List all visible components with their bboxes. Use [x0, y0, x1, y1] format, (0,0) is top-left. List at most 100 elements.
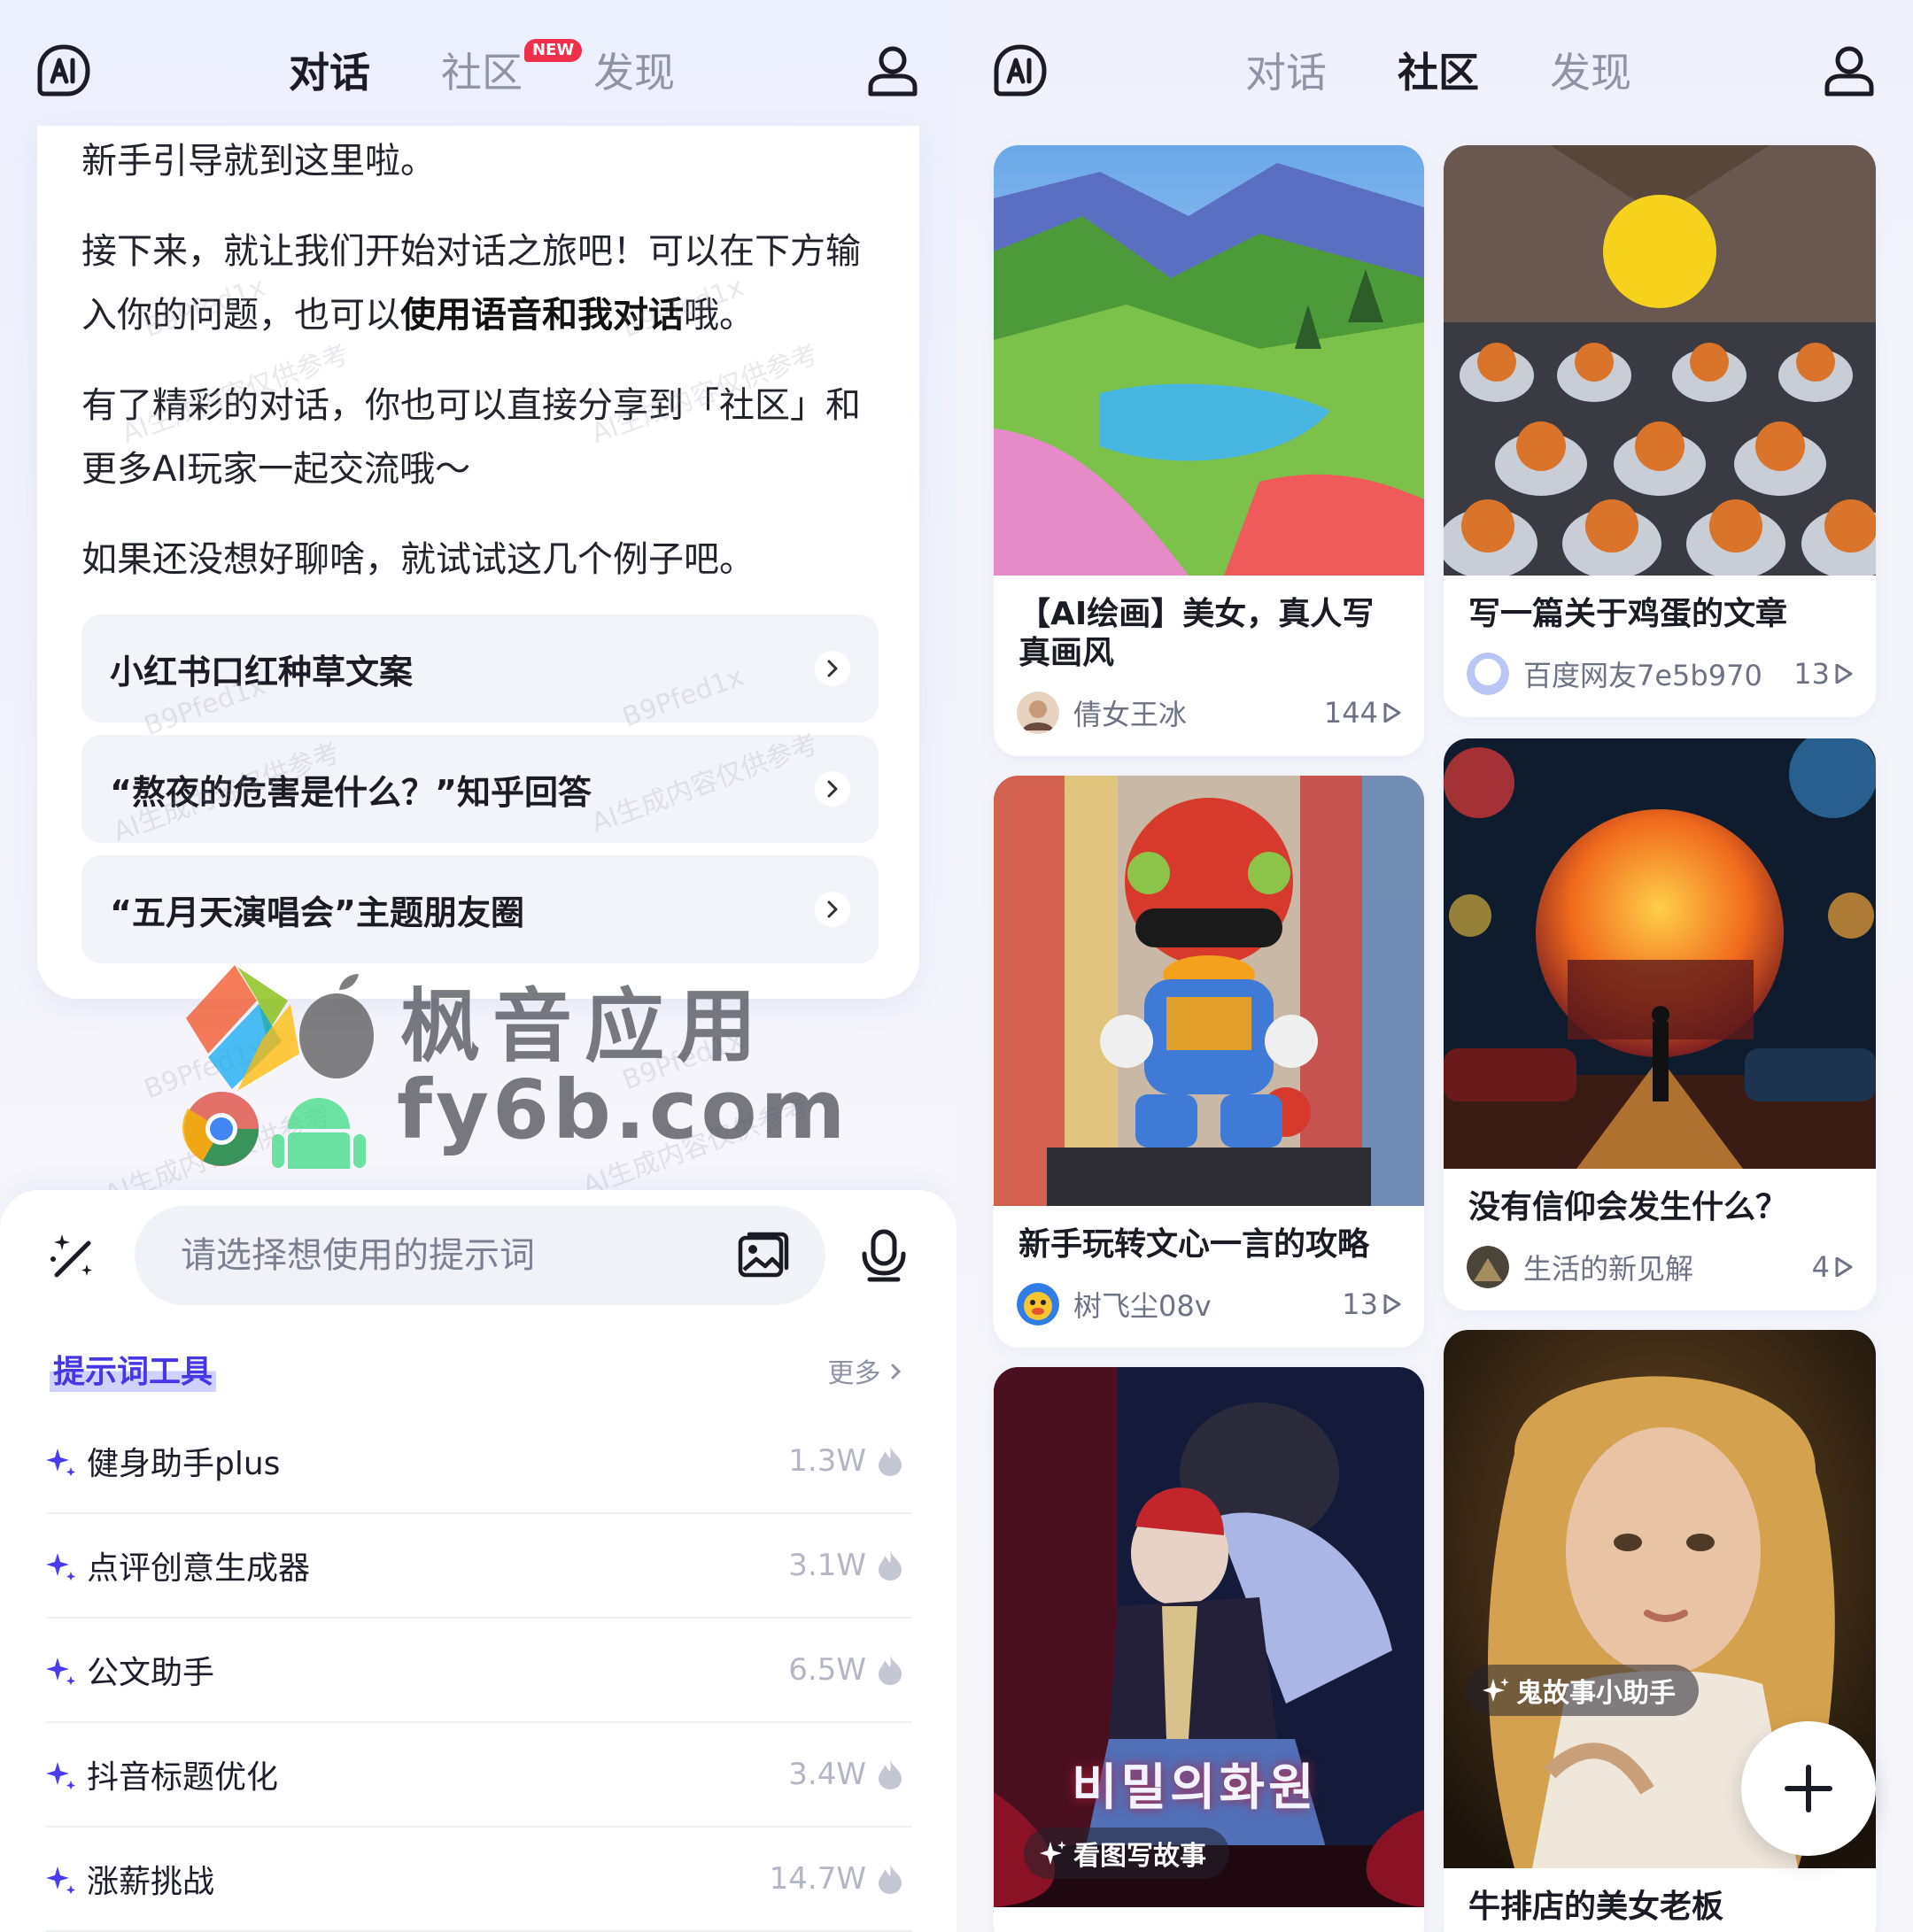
message-paragraph: 如果还没想好聊啥，就试试这几个例子吧。 — [81, 539, 755, 580]
tab-discover-label: 发现 — [593, 49, 675, 97]
post-overlay-text: 비밀의화원 — [1072, 1759, 1318, 1817]
suggestion-button[interactable]: “五月天演唱会”主题朋友圈 — [81, 855, 879, 963]
post-title: 【AI绘画】美女，真人写真画风 — [1018, 596, 1375, 671]
sparkle-icon — [1483, 1678, 1509, 1702]
post-image — [994, 1367, 1424, 1907]
prompt-tool-name: 健身助手plus — [87, 1446, 281, 1482]
tab-community-label: 社区 — [1398, 49, 1479, 97]
prompt-tool-name: 涨薪挑战 — [87, 1864, 215, 1900]
tab-chat[interactable]: 对话 — [289, 46, 370, 99]
post-tag-chip[interactable]: 看图写故事 — [1024, 1828, 1229, 1879]
prompt-tool-count: 1.3W — [788, 1443, 866, 1479]
avatar — [1467, 653, 1509, 695]
post-meta: 生活的新见解 4 — [1467, 1245, 1853, 1289]
message-paragraph: 接下来，就让我们开始对话之旅吧！可以在下方输入你的问题，也可以使用语音和我对话哦… — [81, 220, 879, 347]
post-card[interactable]: 비밀의화원 看图写故事 — [994, 1367, 1424, 1932]
prompt-tool-item[interactable]: 抖音标题优化 3.4W — [46, 1723, 912, 1828]
post-card[interactable]: 【AI绘画】美女，真人写真画风 倩女王冰 144 — [994, 145, 1424, 756]
suggestion-label: 小红书口红种草文案 — [110, 652, 414, 692]
post-title: 没有信仰会发生什么？ — [1468, 1189, 1788, 1225]
post-author: 百度网友7e5b970 — [1523, 659, 1762, 692]
prompt-tool-item[interactable]: 点评创意生成器 3.1W — [46, 1514, 912, 1619]
message-paragraph: 新手引导就到这里啦。 — [81, 141, 436, 182]
prompt-tool-count: 3.4W — [788, 1757, 866, 1792]
tab-discover-label: 发现 — [1550, 49, 1631, 97]
post-image — [994, 145, 1424, 576]
prompt-tool-item[interactable]: 公文助手 6.5W — [46, 1619, 912, 1723]
create-post-button[interactable] — [1741, 1721, 1876, 1856]
post-card[interactable]: 新手玩转文心一言的攻略 树飞尘08v 13 — [994, 776, 1424, 1348]
new-badge: NEW — [524, 39, 583, 62]
post-title: 写一篇关于鸡蛋的文章 — [1468, 596, 1788, 632]
post-count: 13 — [1342, 1287, 1378, 1321]
message-bold-text: 使用语音和我对话 — [400, 295, 684, 336]
watermark-code: B9Pfed1x — [140, 1032, 270, 1106]
image-upload-icon[interactable] — [737, 1231, 790, 1280]
user-profile-icon[interactable] — [864, 43, 921, 99]
tab-community[interactable]: 社区 NEW — [441, 39, 583, 99]
post-card[interactable]: 写一篇关于鸡蛋的文章 百度网友7e5b970 13 — [1444, 145, 1876, 717]
message-text: 哦。 — [684, 295, 755, 336]
sparkle-icon — [46, 1866, 75, 1894]
post-card[interactable]: 没有信仰会发生什么？ 生活的新见解 4 — [1444, 738, 1876, 1310]
chevron-right-icon — [815, 771, 850, 807]
prompt-tool-item[interactable]: 涨薪挑战 14.7W — [46, 1828, 912, 1932]
more-label: 更多 — [827, 1358, 881, 1389]
post-title: 新手玩转文心一言的攻略 — [1018, 1226, 1370, 1263]
avatar — [1017, 1283, 1059, 1325]
post-image — [1444, 145, 1876, 576]
suggestion-button[interactable]: 小红书口红种草文案 — [81, 614, 879, 723]
more-link[interactable]: 更多 — [827, 1351, 903, 1390]
play-icon — [1835, 664, 1853, 684]
post-author: 生活的新见解 — [1523, 1252, 1694, 1286]
post-meta: 百度网友7e5b970 13 — [1467, 652, 1853, 696]
sparkle-icon — [46, 1762, 75, 1789]
main-tabs: 对话 社区 发现 — [1245, 46, 1631, 99]
suggestion-button[interactable]: “熬夜的危害是什么？”知乎回答 — [81, 735, 879, 843]
play-icon — [1835, 1257, 1853, 1277]
tab-chat-label: 对话 — [289, 49, 370, 97]
tab-community-label: 社区 — [441, 49, 523, 97]
post-tag-label: 鬼故事小助手 — [1516, 1678, 1676, 1709]
magic-wand-icon[interactable] — [46, 1229, 99, 1282]
prompt-tool-count: 6.5W — [788, 1652, 866, 1688]
tab-community[interactable]: 社区 — [1398, 46, 1479, 99]
chevron-right-icon — [815, 892, 850, 927]
fire-icon — [879, 1446, 902, 1476]
top-bar: 对话 社区 NEW 发现 — [0, 0, 956, 133]
chevron-right-icon — [891, 1364, 902, 1379]
suggestion-label: “熬夜的危害是什么？”知乎回答 — [110, 772, 592, 812]
post-tag-chip[interactable]: 鬼故事小助手 — [1467, 1665, 1699, 1716]
post-image — [1444, 738, 1876, 1169]
prompt-tool-name: 抖音标题优化 — [87, 1759, 279, 1796]
suggestion-label: “五月天演唱会”主题朋友圈 — [110, 893, 524, 932]
prompt-tool-name: 点评创意生成器 — [87, 1550, 311, 1587]
microphone-icon[interactable] — [857, 1229, 910, 1282]
brand-watermark-url: fy6b.com — [397, 1063, 849, 1157]
post-meta: 树飞尘08v 13 — [1017, 1282, 1401, 1326]
avatar — [1467, 1246, 1509, 1288]
message-paragraph: 有了精彩的对话，你也可以直接分享到「社区」和更多AI玩家一起交流哦～ — [81, 385, 861, 490]
tab-chat-label: 对话 — [1245, 49, 1327, 97]
user-profile-icon[interactable] — [1821, 43, 1878, 99]
prompt-tool-item[interactable]: 健身助手plus 1.3W — [46, 1410, 912, 1514]
fire-icon — [879, 1655, 902, 1685]
post-author: 树飞尘08v — [1073, 1289, 1212, 1323]
tab-discover[interactable]: 发现 — [593, 46, 675, 99]
community-screen: 对话 社区 发现 【AI绘画】美女，真人写真画风 倩女王冰 144 写一篇关于鸡… — [956, 0, 1913, 1932]
prompt-tools-heading: 提示词工具 — [50, 1346, 217, 1392]
post-meta: 倩女王冰 144 — [1017, 691, 1401, 735]
prompt-input[interactable] — [181, 1206, 677, 1305]
ai-logo-icon[interactable] — [35, 43, 92, 99]
tab-discover[interactable]: 发现 — [1550, 46, 1631, 99]
avatar — [1017, 692, 1059, 734]
sparkle-icon — [46, 1553, 75, 1580]
prompt-input-box — [135, 1206, 825, 1305]
sparkle-icon — [46, 1658, 75, 1685]
top-bar: 对话 社区 发现 — [956, 0, 1913, 133]
main-tabs: 对话 社区 NEW 发现 — [289, 39, 675, 99]
post-count: 13 — [1793, 657, 1830, 691]
tab-chat[interactable]: 对话 — [1245, 46, 1327, 99]
ai-logo-icon[interactable] — [992, 43, 1049, 99]
post-author: 倩女王冰 — [1073, 698, 1188, 731]
